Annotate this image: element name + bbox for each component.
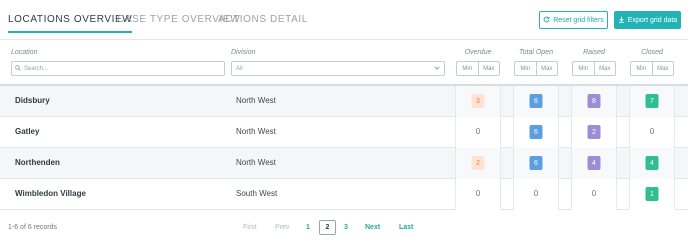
overdue-range-filter: Min Max [456, 61, 500, 76]
pagination-prev[interactable]: Prev [275, 224, 289, 231]
export-button-label: Export grid data [627, 16, 678, 24]
location-name: Wimbledon Village [15, 189, 86, 198]
table-row[interactable]: Didsbury North West 3 6 8 7 [0, 86, 688, 117]
raised-value: 0 [591, 189, 597, 198]
raised-max-input[interactable]: Max [593, 62, 616, 75]
total-open-badge[interactable]: 6 [529, 94, 543, 108]
pagination-first[interactable]: First [243, 224, 257, 231]
column-header-total-open: Total Open [519, 49, 553, 56]
tab-actions-detail[interactable]: ACTIONS DETAIL [218, 14, 308, 25]
pagination-page-1[interactable]: 1 [306, 224, 310, 231]
overdue-max-input[interactable]: Max [477, 62, 500, 75]
pagination-next[interactable]: Next [365, 224, 380, 231]
total-open-range-filter: Min Max [514, 61, 558, 76]
closed-badge[interactable]: 1 [645, 187, 659, 201]
overdue-badge[interactable]: 3 [471, 94, 485, 108]
closed-range-filter: Min Max [630, 61, 674, 76]
closed-max-input[interactable]: Max [651, 62, 674, 75]
raised-min-input[interactable]: Min [573, 62, 594, 75]
top-bar: LOCATIONS OVERVIEW CASE TYPE OVERVIEW AC… [0, 0, 688, 40]
pagination-last[interactable]: Last [399, 224, 413, 231]
location-name: Didsbury [15, 96, 50, 105]
refresh-icon [543, 16, 550, 25]
reset-button-label: Reset grid filters [553, 16, 604, 24]
search-icon [15, 64, 21, 73]
overdue-min-input[interactable]: Min [457, 62, 478, 75]
search-input[interactable]: Search... [24, 66, 48, 72]
download-icon [618, 16, 625, 25]
total-open-value: 0 [533, 189, 539, 198]
raised-range-filter: Min Max [572, 61, 616, 76]
overdue-value: 0 [475, 189, 481, 198]
division-name: North West [236, 96, 276, 105]
location-name: Northenden [15, 158, 60, 167]
table-row[interactable]: Gatley North West 0 6 2 0 [0, 117, 688, 148]
pagination-page-current[interactable]: 2 [319, 220, 336, 235]
overdue-value: 0 [475, 127, 481, 136]
overdue-badge[interactable]: 2 [471, 156, 485, 170]
tab-locations-overview[interactable]: LOCATIONS OVERVIEW [8, 14, 133, 33]
records-count: 1-6 of 6 records [8, 224, 58, 231]
pagination-page-3[interactable]: 3 [344, 224, 348, 231]
location-name: Gatley [15, 127, 40, 136]
table-row[interactable]: Northenden North West 2 6 4 4 [0, 148, 688, 179]
table-row[interactable]: Wimbledon Village South West 0 0 0 1 [0, 179, 688, 210]
total-open-badge[interactable]: 6 [529, 125, 543, 139]
column-header-overdue: Overdue [464, 49, 492, 56]
total-open-badge[interactable]: 6 [529, 156, 543, 170]
division-select[interactable]: All [231, 61, 445, 76]
raised-badge[interactable]: 8 [587, 94, 601, 108]
closed-badge[interactable]: 7 [645, 94, 659, 108]
chevron-down-icon [434, 66, 440, 72]
export-grid-data-button[interactable]: Export grid data [614, 11, 681, 29]
location-search-field[interactable]: Search... [11, 61, 225, 76]
total-open-max-input[interactable]: Max [535, 62, 558, 75]
column-header-division: Division [231, 49, 256, 56]
division-name: North West [236, 158, 276, 167]
column-header-raised: Raised [583, 49, 605, 56]
raised-badge[interactable]: 4 [587, 156, 601, 170]
raised-badge[interactable]: 2 [587, 125, 601, 139]
division-name: North West [236, 127, 276, 136]
division-name: South West [236, 189, 278, 198]
closed-value: 0 [649, 127, 655, 136]
closed-badge[interactable]: 4 [645, 156, 659, 170]
column-header-location: Location [11, 49, 38, 56]
total-open-min-input[interactable]: Min [515, 62, 536, 75]
division-select-value: All [236, 65, 243, 72]
column-header-closed: Closed [641, 49, 663, 56]
closed-min-input[interactable]: Min [631, 62, 652, 75]
reset-grid-filters-button[interactable]: Reset grid filters [539, 11, 608, 29]
